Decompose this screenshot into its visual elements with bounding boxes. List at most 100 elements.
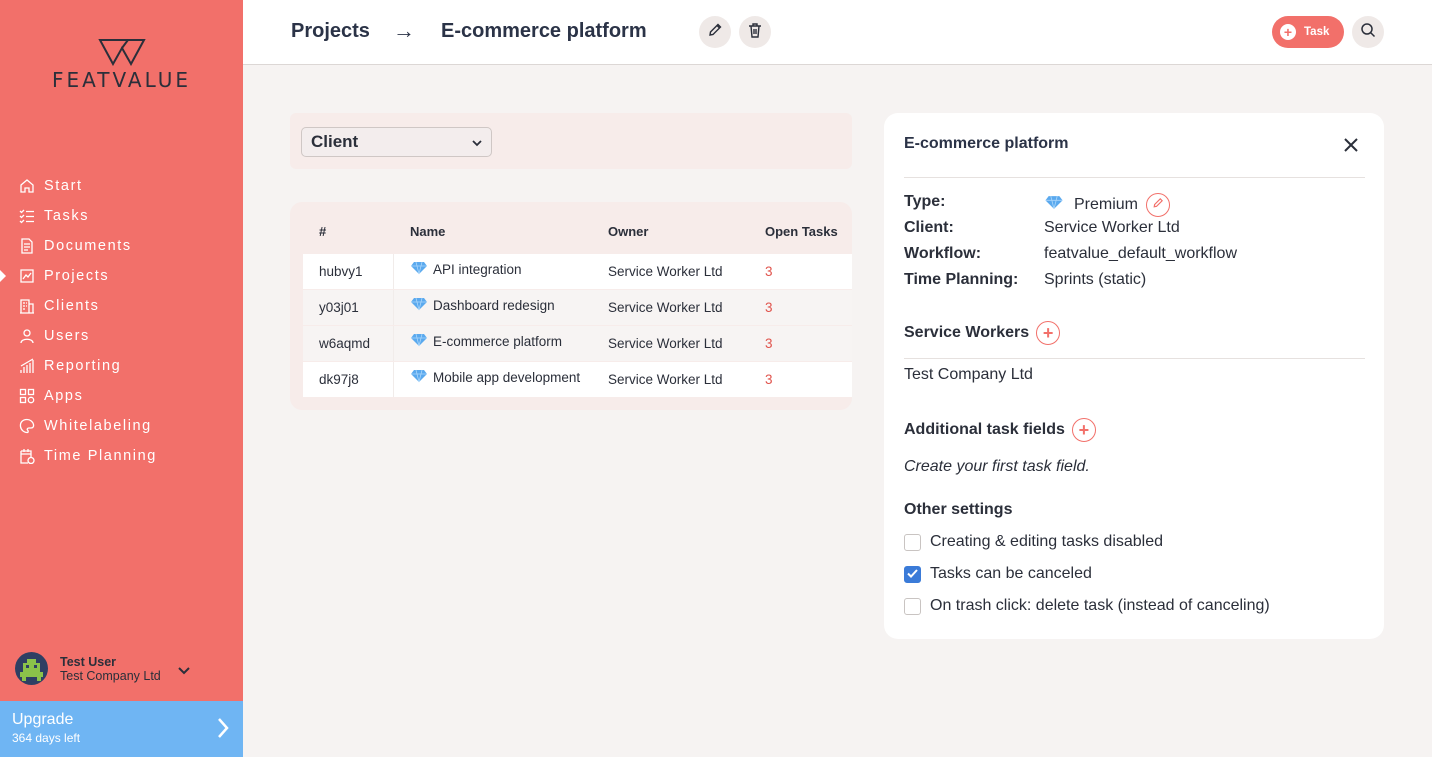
sidebar-item-time-planning[interactable]: Time Planning [0,441,243,471]
row-open-tasks: 3 [765,336,773,351]
header: Projects → E-commerce platform + Task [243,0,1432,65]
setting-row[interactable]: Creating & editing tasks disabled [904,533,1163,551]
row-id: w6aqmd [319,336,371,351]
calendar-icon [18,447,36,465]
section-title: Service Workers [904,324,1030,341]
sidebar-item-start[interactable]: Start [0,171,243,201]
table-row[interactable]: w6aqmd E-commerce platform Service Worke… [303,326,852,361]
other-settings-heading: Other settings [904,501,1012,519]
checklist-icon [18,207,36,225]
field-value: featvalue_default_workflow [1044,245,1238,262]
sidebar-item-label: Apps [44,388,84,404]
row-open-tasks: 3 [765,372,773,387]
chevron-down-icon[interactable] [178,662,190,680]
divider [904,177,1365,178]
building-icon [18,297,36,315]
diamond-icon [1044,195,1064,215]
sidebar-item-label: Documents [44,238,132,254]
field-label: Client: [904,219,954,236]
table-row[interactable]: dk97j8 Mobile app development Service Wo… [303,362,852,397]
column-header-open-tasks[interactable]: Open Tasks [765,224,838,239]
sidebar-item-clients[interactable]: Clients [0,291,243,321]
service-workers-heading: Service Workers + [904,321,1061,345]
row-owner: Service Worker Ltd [608,264,723,279]
sidebar-item-apps[interactable]: Apps [0,381,243,411]
chevron-down-icon [472,132,482,152]
row-name: Dashboard redesign [410,297,555,314]
setting-checkbox[interactable] [904,565,921,583]
column-header-owner[interactable]: Owner [608,224,648,239]
page-title: E-commerce platform [441,20,647,42]
type-value: Premium [1074,196,1139,213]
setting-checkbox[interactable] [904,597,921,615]
setting-row[interactable]: On trash click: delete task (instead of … [904,597,1270,615]
add-task-button[interactable]: + Task [1272,16,1344,48]
user-menu[interactable]: Test User Test Company Ltd [15,652,190,685]
search-icon [1360,22,1376,43]
column-header-id[interactable]: # [319,224,326,239]
sidebar-item-label: Clients [44,298,100,314]
client-filter-select[interactable]: Client [301,127,492,157]
field-value: Premium [1044,193,1171,217]
logo[interactable]: FEATVALUE [0,38,243,92]
diamond-icon [410,369,428,386]
row-name-label: E-commerce platform [433,334,563,349]
sidebar-item-label: Whitelabeling [44,418,152,434]
panel-title: E-commerce platform [904,135,1069,152]
edit-type-button[interactable] [1146,193,1171,217]
sidebar-item-documents[interactable]: Documents [0,231,243,261]
projects-icon [18,267,36,285]
diamond-icon [410,333,428,350]
breadcrumb-projects[interactable]: Projects [291,20,370,43]
cell-divider [393,254,394,289]
setting-label: Creating & editing tasks disabled [930,533,1164,550]
apps-icon [18,387,36,405]
chevron-right-icon [217,717,229,744]
sidebar-nav: Start Tasks Documents Projects Clients U… [0,171,243,471]
pencil-icon [1152,196,1164,214]
upgrade-banner[interactable]: Upgrade 364 days left [0,701,243,757]
task-fields-heading: Additional task fields + [904,418,1096,442]
table-row[interactable]: hubvy1 API integration Service Worker Lt… [303,254,852,289]
sidebar-item-label: Reporting [44,358,122,374]
table-row[interactable]: y03j01 Dashboard redesign Service Worker… [303,290,852,325]
field-label: Time Planning: [904,271,1019,288]
setting-row[interactable]: Tasks can be canceled [904,565,1092,583]
projects-table: # Name Owner Open Tasks hubvy1 API integ… [290,202,852,410]
add-task-field-button[interactable]: + [1071,418,1096,442]
section-title: Additional task fields [904,421,1065,438]
row-id: hubvy1 [319,264,363,279]
upgrade-subtitle: 364 days left [12,731,81,745]
add-service-worker-button[interactable]: + [1036,321,1061,345]
delete-project-button[interactable] [739,16,771,48]
plus-icon: + [1280,24,1296,40]
row-owner: Service Worker Ltd [608,300,723,315]
user-info: Test User Test Company Ltd [60,655,161,683]
column-header-name[interactable]: Name [410,224,445,239]
filter-bar: Client [290,113,852,169]
setting-label: On trash click: delete task (instead of … [930,597,1270,614]
service-worker-item: Test Company Ltd [904,366,1033,383]
search-button[interactable] [1352,16,1384,48]
sidebar-item-projects[interactable]: Projects [0,261,243,291]
sidebar-item-users[interactable]: Users [0,321,243,351]
project-detail-panel: E-commerce platform Type: Premium Client… [884,113,1384,639]
row-id: y03j01 [319,300,359,315]
edit-project-button[interactable] [699,16,731,48]
close-icon[interactable] [1342,136,1360,159]
setting-label: Tasks can be canceled [930,565,1092,582]
sidebar-item-tasks[interactable]: Tasks [0,201,243,231]
document-icon [18,237,36,255]
sidebar-item-reporting[interactable]: Reporting [0,351,243,381]
row-id: dk97j8 [319,372,359,387]
row-owner: Service Worker Ltd [608,372,723,387]
sidebar-item-whitelabeling[interactable]: Whitelabeling [0,411,243,441]
task-fields-empty-text: Create your first task field. [904,458,1090,475]
field-label: Type: [904,193,946,210]
sidebar: FEATVALUE Start Tasks Documents Projects [0,0,243,757]
setting-checkbox[interactable] [904,533,921,551]
logo-mark-icon [97,39,146,66]
row-owner: Service Worker Ltd [608,336,723,351]
row-name-label: Mobile app development [433,370,581,385]
sidebar-item-label: Time Planning [44,448,157,464]
